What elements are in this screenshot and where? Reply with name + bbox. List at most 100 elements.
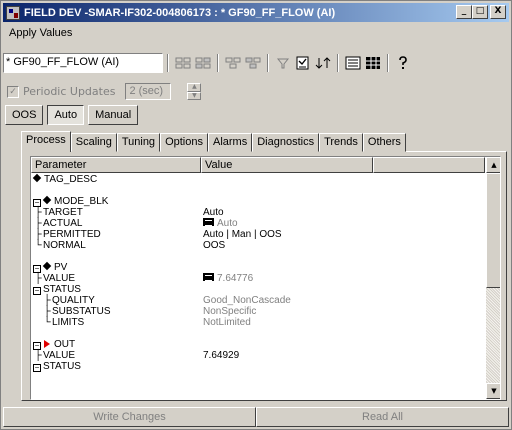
column-blank[interactable] bbox=[373, 157, 485, 173]
download-block-icon[interactable] bbox=[193, 54, 213, 72]
parameter-value: NotLimited bbox=[203, 317, 251, 328]
upload-param-icon[interactable] bbox=[223, 54, 243, 72]
parameter-value: 7.64776 bbox=[217, 273, 254, 284]
parameter-name: TARGET bbox=[43, 207, 83, 218]
menu-bar: Apply Values bbox=[3, 24, 78, 42]
parameter-value[interactable]: 7.64929 bbox=[203, 350, 239, 361]
parameter-name: MODE_BLK bbox=[54, 196, 109, 207]
collapse-icon[interactable]: − bbox=[33, 287, 41, 295]
parameter-name: ACTUAL bbox=[43, 218, 83, 229]
upload-block-icon[interactable] bbox=[173, 54, 193, 72]
list-item[interactable]: − OUT bbox=[33, 339, 485, 350]
tab-others[interactable]: Others bbox=[362, 133, 406, 152]
scroll-up-icon[interactable]: ▲ bbox=[486, 157, 500, 173]
list-item[interactable]: ├TARGET Auto bbox=[33, 207, 485, 218]
parameter-diamond-icon bbox=[32, 173, 42, 183]
compare-icon[interactable] bbox=[293, 54, 313, 72]
scroll-thumb[interactable] bbox=[486, 173, 500, 288]
parameter-list[interactable]: Parameter Value TAG_DESC − MODE_BLK ├TARG… bbox=[30, 156, 501, 400]
parameter-name: PV bbox=[54, 262, 68, 273]
output-arrow-icon bbox=[44, 340, 50, 348]
column-parameter[interactable]: Parameter bbox=[31, 157, 201, 173]
toolbar-separator bbox=[217, 54, 219, 72]
write-changes-button[interactable]: Write Changes bbox=[3, 407, 256, 427]
filter-icon[interactable] bbox=[273, 54, 293, 72]
vertical-scrollbar[interactable]: ▲ ▼ bbox=[486, 157, 500, 399]
tree-branch-icon: ├ bbox=[34, 229, 42, 240]
list-item[interactable]: ├PERMITTED Auto | Man | OOS bbox=[33, 229, 485, 240]
parameter-value[interactable]: OOS bbox=[203, 240, 225, 251]
read-all-button[interactable]: Read All bbox=[256, 407, 509, 427]
periodic-updates-label: Periodic Updates bbox=[23, 85, 116, 98]
parameter-value[interactable]: Auto | Man | OOS bbox=[203, 229, 282, 240]
parameter-name: TAG_DESC bbox=[44, 174, 98, 185]
mode-buttons: OOS Auto Manual bbox=[5, 105, 139, 125]
list-item[interactable]: ├SUBSTATUS NonSpecific bbox=[33, 306, 485, 317]
parameter-value: Auto bbox=[217, 218, 238, 229]
manual-button[interactable]: Manual bbox=[88, 105, 139, 125]
parameter-name: VALUE bbox=[43, 273, 76, 284]
toolbar-separator bbox=[387, 54, 389, 72]
title-bar[interactable]: FIELD DEV -SMAR-IF302-004806173 : * GF90… bbox=[3, 3, 509, 22]
parameter-name: STATUS bbox=[43, 284, 81, 295]
sort-icon[interactable] bbox=[313, 54, 333, 72]
tab-tuning[interactable]: Tuning bbox=[116, 133, 161, 152]
tree-branch-icon: ├ bbox=[43, 295, 51, 306]
list-view-icon[interactable] bbox=[343, 54, 363, 72]
tab-process[interactable]: Process bbox=[21, 131, 71, 152]
block-selector[interactable]: * GF90_FF_FLOW (AI) bbox=[3, 53, 163, 73]
spin-up-icon[interactable]: ▲ bbox=[187, 83, 202, 92]
spin-down-icon[interactable]: ▼ bbox=[187, 91, 202, 100]
periodic-updates-checkbox[interactable]: ✓ bbox=[7, 85, 19, 98]
list-item[interactable]: ├ACTUAL Auto bbox=[33, 218, 485, 229]
tab-alarms[interactable]: Alarms bbox=[207, 133, 253, 152]
bottom-button-bar: Write Changes Read All bbox=[3, 407, 509, 429]
list-item[interactable]: └LIMITS NotLimited bbox=[33, 317, 485, 328]
toolbar: * GF90_FF_FLOW (AI) bbox=[3, 51, 509, 75]
tree-branch-icon: ├ bbox=[34, 218, 42, 229]
help-icon[interactable] bbox=[393, 54, 413, 72]
list-item[interactable]: └NORMAL OOS bbox=[33, 240, 485, 251]
list-item[interactable]: − MODE_BLK bbox=[33, 195, 485, 207]
auto-button[interactable]: Auto bbox=[47, 105, 85, 125]
minimize-button[interactable]: _ bbox=[456, 5, 472, 19]
readonly-value-icon bbox=[203, 218, 214, 226]
tab-options[interactable]: Options bbox=[160, 133, 208, 152]
scroll-down-icon[interactable]: ▼ bbox=[486, 383, 500, 399]
update-period-field[interactable]: 2 (sec) bbox=[125, 83, 172, 100]
grid-view-icon[interactable] bbox=[363, 54, 383, 72]
parameter-name: VALUE bbox=[43, 350, 76, 361]
tab-diagnostics[interactable]: Diagnostics bbox=[252, 133, 320, 152]
column-value[interactable]: Value bbox=[201, 157, 373, 173]
list-item[interactable]: − STATUS bbox=[33, 284, 485, 295]
list-item[interactable]: − PV bbox=[33, 261, 485, 273]
list-item[interactable]: TAG_DESC bbox=[32, 173, 485, 185]
tree-branch-icon: ├ bbox=[43, 306, 51, 317]
tab-scaling[interactable]: Scaling bbox=[70, 133, 117, 152]
collapse-icon[interactable]: − bbox=[33, 342, 41, 350]
download-param-icon[interactable] bbox=[243, 54, 263, 72]
update-period-spinner[interactable]: ▲ ▼ bbox=[187, 83, 202, 100]
parameter-name: OUT bbox=[54, 339, 76, 350]
list-item[interactable]: ├QUALITY Good_NonCascade bbox=[33, 295, 485, 306]
parameter-value: NonSpecific bbox=[203, 306, 257, 317]
list-item[interactable]: − STATUS bbox=[33, 361, 485, 372]
menu-apply-values[interactable]: Apply Values bbox=[3, 27, 78, 39]
list-item-spacer bbox=[33, 185, 485, 196]
close-button[interactable]: X bbox=[490, 5, 506, 19]
application-window: FIELD DEV -SMAR-IF302-004806173 : * GF90… bbox=[0, 0, 512, 430]
oos-button[interactable]: OOS bbox=[5, 105, 44, 125]
maximize-button[interactable]: □ bbox=[472, 5, 488, 19]
parameter-name: NORMAL bbox=[43, 240, 86, 251]
parameter-value[interactable]: Auto bbox=[203, 207, 224, 218]
collapse-icon[interactable]: − bbox=[33, 265, 41, 273]
collapse-icon[interactable]: − bbox=[33, 199, 41, 207]
tree-branch-icon: └ bbox=[43, 317, 51, 328]
tab-trends[interactable]: Trends bbox=[319, 133, 363, 152]
list-item[interactable]: ├VALUE 7.64929 bbox=[33, 350, 485, 361]
collapse-icon[interactable]: − bbox=[33, 364, 41, 372]
list-item[interactable]: ├VALUE 7.64776 bbox=[33, 273, 485, 284]
list-item-spacer bbox=[33, 251, 485, 262]
toolbar-separator bbox=[167, 54, 169, 72]
tree-branch-icon: ├ bbox=[34, 273, 42, 284]
